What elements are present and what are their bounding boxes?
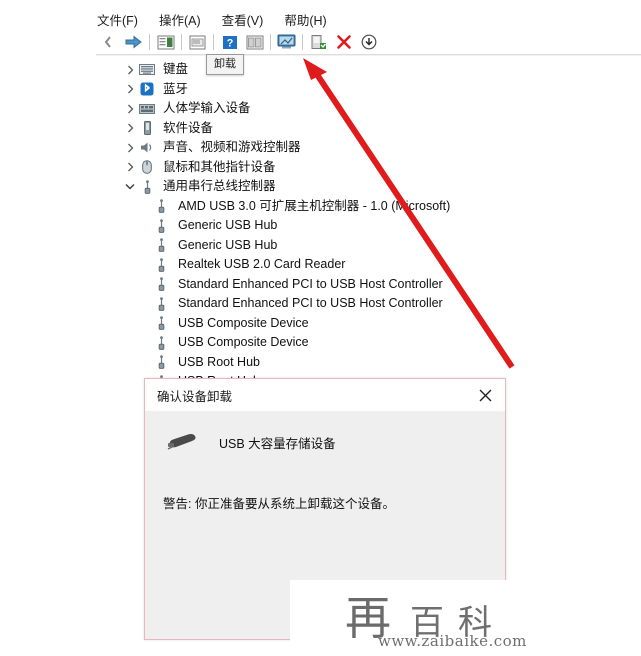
mouse-icon [138, 159, 156, 175]
tree-device-amd-usb30[interactable]: AMD USB 3.0 可扩展主机控制器 - 1.0 (Microsoft) [96, 197, 641, 217]
tree-device-usb-root-hub-1[interactable]: USB Root Hub [96, 353, 641, 373]
forward-arrow-icon[interactable] [121, 31, 146, 53]
tree-label: 声音、视频和游戏控制器 [163, 140, 301, 155]
download-icon[interactable] [356, 31, 381, 53]
usb-device-icon [152, 198, 170, 214]
tree-device-enhanced-pci-1[interactable]: Standard Enhanced PCI to USB Host Contro… [96, 275, 641, 295]
tree-device-generic-usb-hub-2[interactable]: Generic USB Hub [96, 236, 641, 256]
tree-category-mouse[interactable]: 鼠标和其他指针设备 [96, 158, 641, 178]
show-hidden-devices-icon[interactable] [153, 31, 178, 53]
back-arrow-icon[interactable] [96, 31, 121, 53]
tree-label: Standard Enhanced PCI to USB Host Contro… [178, 296, 443, 311]
dialog-device-row: USB 大容量存储设备 [145, 411, 505, 455]
tree-label: USB Composite Device [178, 335, 309, 350]
tree-category-software-device[interactable]: 软件设备 [96, 119, 641, 139]
chevron-right-icon[interactable] [122, 81, 138, 97]
toolbar: ? [96, 30, 641, 54]
usb-device-icon [152, 218, 170, 234]
properties-icon[interactable] [185, 31, 210, 53]
toolbar-separator [181, 34, 182, 50]
usb-device-icon [152, 335, 170, 351]
tree-label: Realtek USB 2.0 Card Reader [178, 257, 346, 272]
tree-label: USB Composite Device [178, 315, 309, 330]
tree-label: AMD USB 3.0 可扩展主机控制器 - 1.0 (Microsoft) [178, 198, 451, 213]
toolbar-separator [149, 34, 150, 50]
device-tree: 键盘 蓝牙 人体学输入设备 软件设备 声音、视频和游戏控制器 鼠标和其他指针设备… [96, 60, 641, 411]
tree-label: 通用串行总线控制器 [163, 179, 276, 194]
help-icon[interactable]: ? [217, 31, 242, 53]
dialog-device-name: USB 大容量存储设备 [219, 436, 336, 451]
toolbar-divider-light [96, 55, 641, 56]
toolbar-separator [213, 34, 214, 50]
tree-label: 软件设备 [163, 120, 214, 135]
tree-label: Generic USB Hub [178, 237, 278, 252]
chevron-down-icon[interactable] [122, 179, 138, 195]
toolbar-separator [270, 34, 271, 50]
watermark-url: www.zaibaike.com [378, 632, 527, 650]
tree-category-usb-controllers[interactable]: 通用串行总线控制器 [96, 177, 641, 197]
dialog-header: 确认设备卸载 [145, 379, 505, 411]
tree-label: 鼠标和其他指针设备 [163, 159, 276, 174]
tree-label: Standard Enhanced PCI to USB Host Contro… [178, 276, 443, 291]
toolbar-separator [302, 34, 303, 50]
close-icon[interactable] [465, 379, 505, 411]
tree-device-usb-composite-2[interactable]: USB Composite Device [96, 333, 641, 353]
bluetooth-icon [138, 81, 156, 97]
tree-label: 蓝牙 [163, 81, 189, 96]
software-device-icon [138, 120, 156, 136]
keyboard-icon [138, 62, 156, 78]
chevron-right-icon[interactable] [122, 62, 138, 78]
sound-video-game-icon [138, 140, 156, 156]
tree-category-bluetooth[interactable]: 蓝牙 [96, 80, 641, 100]
tree-label: Generic USB Hub [178, 218, 278, 233]
chevron-right-icon[interactable] [122, 140, 138, 156]
menu-view[interactable]: 查看(V) [222, 8, 273, 31]
scan-hardware-icon[interactable] [274, 31, 299, 53]
usb-storage-device-icon [163, 429, 203, 455]
tree-category-sound-video-game[interactable]: 声音、视频和游戏控制器 [96, 138, 641, 158]
usb-device-icon [152, 276, 170, 292]
usb-device-icon [152, 237, 170, 253]
tree-category-hid[interactable]: 人体学输入设备 [96, 99, 641, 119]
usb-device-icon [152, 296, 170, 312]
tree-category-keyboard[interactable]: 键盘 [96, 60, 641, 80]
tree-label: 键盘 [163, 62, 189, 77]
usb-device-icon [152, 257, 170, 273]
dialog-warning-text: 警告: 你正准备要从系统上卸载这个设备。 [163, 497, 395, 511]
dialog-title: 确认设备卸载 [157, 389, 233, 404]
menu-action[interactable]: 操作(A) [159, 8, 210, 31]
update-driver-icon[interactable] [242, 31, 267, 53]
tree-device-enhanced-pci-2[interactable]: Standard Enhanced PCI to USB Host Contro… [96, 294, 641, 314]
uninstall-tooltip: 卸载 [206, 54, 244, 75]
chevron-right-icon[interactable] [122, 120, 138, 136]
chevron-right-icon[interactable] [122, 159, 138, 175]
chevron-right-icon[interactable] [122, 101, 138, 117]
tree-device-realtek-card-reader[interactable]: Realtek USB 2.0 Card Reader [96, 255, 641, 275]
usb-device-icon [152, 354, 170, 370]
menu-bar: 文件(F) 操作(A) 查看(V) 帮助(H) [96, 8, 641, 30]
menu-file[interactable]: 文件(F) [97, 8, 147, 31]
tree-label: 人体学输入设备 [163, 101, 251, 116]
menu-help[interactable]: 帮助(H) [284, 8, 335, 31]
tree-label: USB Root Hub [178, 354, 260, 369]
enable-device-icon[interactable] [306, 31, 331, 53]
hid-icon [138, 101, 156, 117]
svg-text:?: ? [226, 37, 233, 49]
uninstall-icon[interactable] [331, 31, 356, 53]
tree-device-usb-composite-1[interactable]: USB Composite Device [96, 314, 641, 334]
usb-controller-icon [138, 179, 156, 195]
usb-device-icon [152, 315, 170, 331]
tree-device-generic-usb-hub-1[interactable]: Generic USB Hub [96, 216, 641, 236]
